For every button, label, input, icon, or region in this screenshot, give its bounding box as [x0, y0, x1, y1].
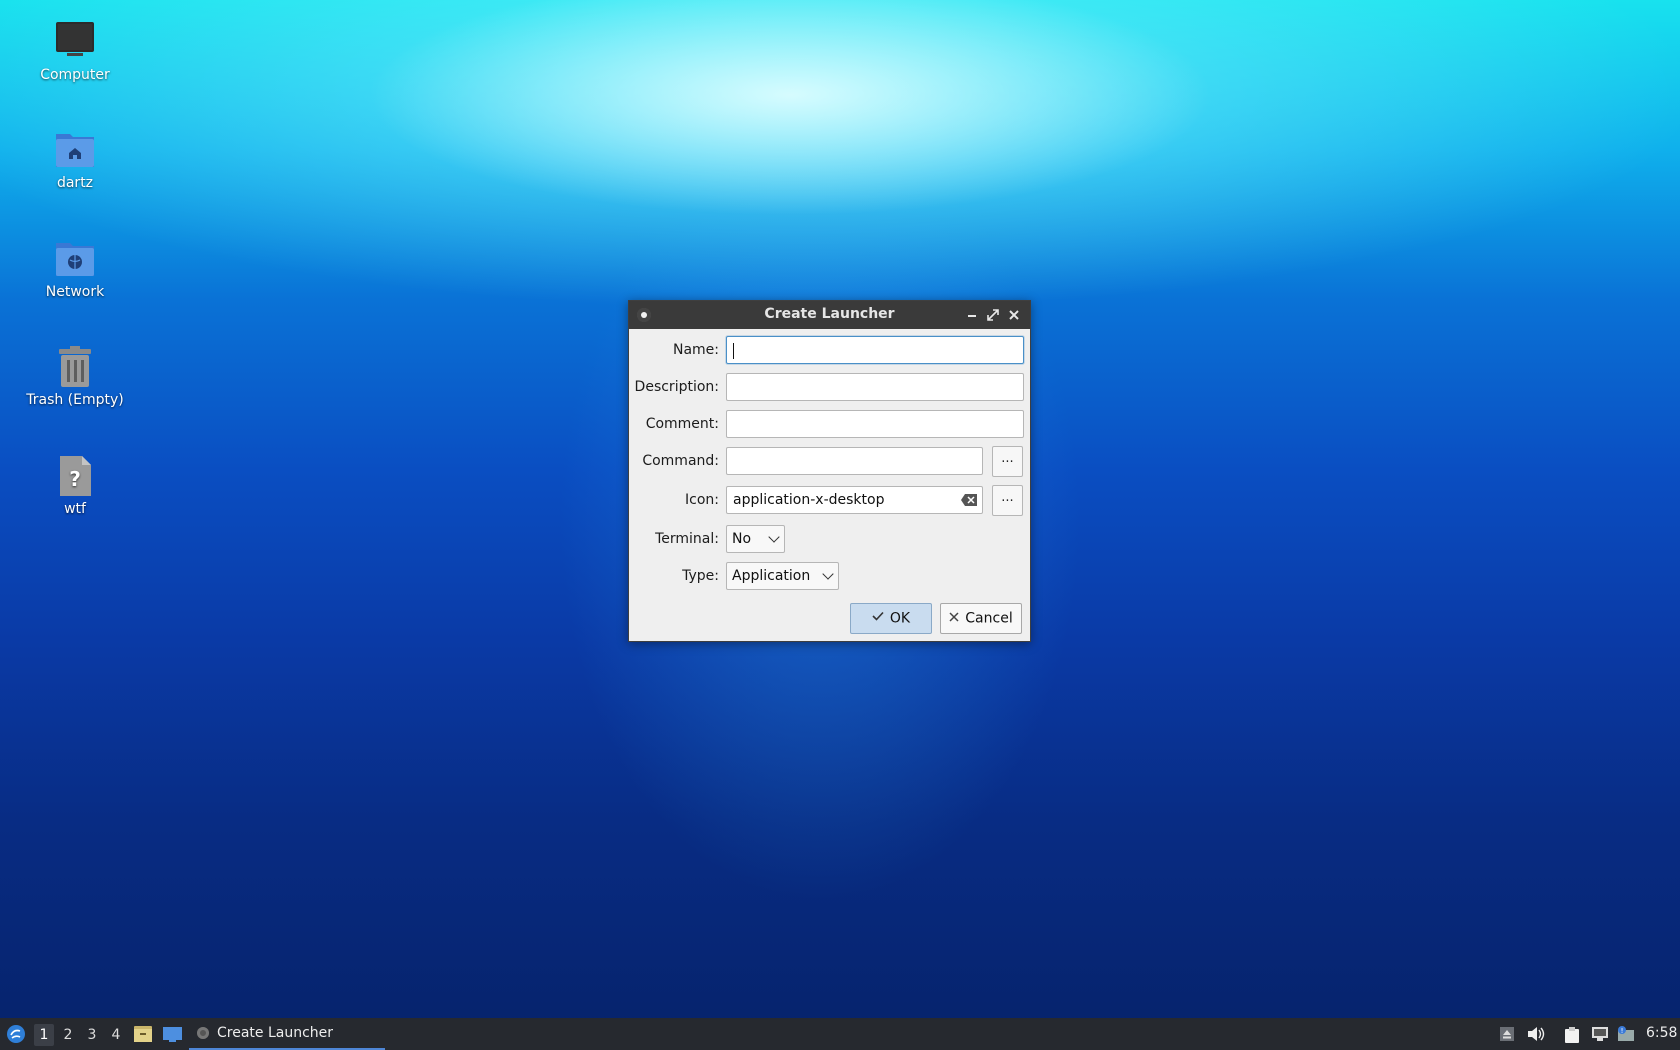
desktop-icon-dartz[interactable]: dartz [20, 128, 130, 191]
clock: 6:58 [1646, 1025, 1678, 1041]
terminal-row: Terminal: No [629, 524, 1030, 554]
chevron-down-icon [822, 568, 834, 580]
ok-button-label: OK [889, 610, 911, 627]
desktop-icon-label: Network [45, 284, 105, 300]
cancel-button[interactable]: Cancel [940, 603, 1022, 634]
svg-text:!: ! [1621, 1027, 1624, 1035]
trash-icon [53, 345, 97, 389]
desktop-icon-label: Computer [40, 67, 110, 83]
network-wired-icon[interactable] [1591, 1026, 1608, 1042]
text-cursor [733, 343, 734, 359]
chevron-down-icon [768, 531, 780, 543]
terminal-select-value: No [732, 531, 752, 547]
command-row: Command: ... [629, 446, 1030, 477]
command-input[interactable] [726, 447, 983, 475]
desktop-icon-network[interactable]: Network [20, 237, 130, 300]
desktop-icon-label: dartz [56, 175, 94, 191]
cancel-x-icon [949, 604, 959, 633]
unknown-file-icon: ? [53, 454, 97, 498]
check-icon [872, 604, 884, 633]
icon-input[interactable]: application-x-desktop [726, 486, 983, 514]
workspace-1-button[interactable]: 1 [34, 1024, 54, 1046]
cancel-button-label: Cancel [965, 610, 1013, 627]
taskbar-task-label: Create Launcher [217, 1025, 334, 1041]
dialog-titlebar[interactable]: Create Launcher [629, 301, 1030, 329]
workspace-3-button[interactable]: 3 [82, 1024, 102, 1046]
clipboard-icon[interactable] [1564, 1026, 1580, 1043]
create-launcher-dialog: Create Launcher Name: Description: Comme… [628, 300, 1031, 642]
start-menu-icon[interactable] [6, 1024, 26, 1048]
type-row: Type: Application [629, 561, 1030, 591]
name-row: Name: [629, 335, 1030, 365]
home-folder-icon [53, 128, 97, 172]
taskbar: 1 2 3 4 Create Launcher ! 6:58 [0, 1018, 1680, 1050]
terminal-select[interactable]: No [726, 525, 785, 553]
file-manager-icon[interactable] [133, 1025, 153, 1047]
workspace-2-button[interactable]: 2 [58, 1024, 78, 1046]
name-input[interactable] [726, 336, 1024, 364]
desktop-icon-trash[interactable]: Trash (Empty) [20, 345, 130, 408]
comment-row: Comment: [629, 409, 1030, 439]
comment-label: Comment: [645, 416, 719, 432]
desktop-icon-label: wtf [64, 501, 86, 517]
icon-input-value: application-x-desktop [733, 492, 885, 508]
name-label: Name: [672, 342, 719, 358]
type-label: Type: [682, 568, 719, 584]
ok-button[interactable]: OK [850, 603, 932, 634]
terminal-label: Terminal: [655, 531, 719, 547]
app-icon [197, 1027, 209, 1039]
show-desktop-icon[interactable] [162, 1026, 183, 1047]
volume-icon[interactable] [1527, 1026, 1545, 1042]
svg-text:?: ? [69, 467, 81, 491]
eject-icon[interactable] [1499, 1026, 1515, 1042]
desktop-icon-wtf[interactable]: ? wtf [20, 454, 130, 517]
notification-icon[interactable]: ! [1617, 1026, 1634, 1042]
workspace-4-button[interactable]: 4 [106, 1024, 126, 1046]
description-input[interactable] [726, 373, 1024, 401]
desktop-icon-computer[interactable]: Computer [20, 20, 130, 83]
minimize-icon[interactable] [963, 305, 981, 325]
icon-label: Icon: [685, 492, 719, 508]
command-label: Command: [642, 453, 719, 469]
description-row: Description: [629, 372, 1030, 402]
clear-text-icon[interactable] [960, 493, 978, 511]
type-select-value: Application [732, 568, 811, 584]
network-folder-icon [53, 237, 97, 281]
icon-row: Icon: application-x-desktop ... [629, 485, 1030, 516]
description-label: Description: [634, 379, 719, 395]
close-icon[interactable] [1005, 305, 1023, 325]
type-select[interactable]: Application [726, 562, 839, 590]
desktop-icon-label: Trash (Empty) [26, 392, 124, 408]
comment-input[interactable] [726, 410, 1024, 438]
command-browse-button[interactable]: ... [992, 446, 1023, 477]
computer-icon [53, 20, 97, 64]
icon-browse-button[interactable]: ... [992, 485, 1023, 516]
taskbar-task-create-launcher[interactable]: Create Launcher [189, 1018, 385, 1050]
maximize-icon[interactable] [984, 305, 1002, 325]
